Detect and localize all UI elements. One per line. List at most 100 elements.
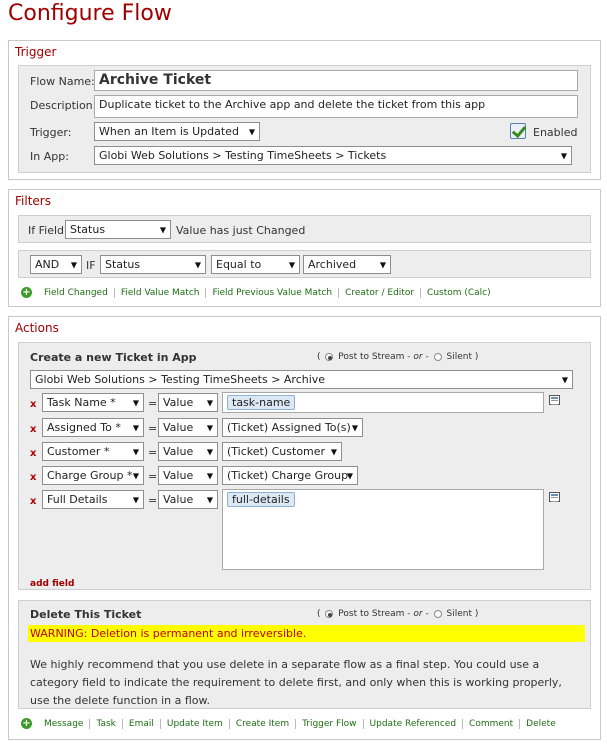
target-select-customer[interactable]: (Ticket) Customer ▼ bbox=[222, 442, 342, 461]
filter-row-1: If Field Status ▼ Value has just Changed bbox=[18, 215, 591, 243]
post-to-stream-radio[interactable] bbox=[325, 352, 334, 361]
trigger-select[interactable]: When an Item is Updated ▼ bbox=[94, 122, 260, 141]
action-link-email[interactable]: Email bbox=[122, 719, 161, 729]
in-app-select-value: Globi Web Solutions > Testing TimeSheets… bbox=[99, 149, 387, 162]
mode-select-customer[interactable]: Value ▼ bbox=[158, 442, 218, 461]
field-list-icon[interactable] bbox=[549, 492, 560, 502]
logic-select-value: AND bbox=[35, 258, 60, 271]
trigger-section: Trigger Flow Name: Archive Ticket Descri… bbox=[8, 40, 601, 180]
silent-radio[interactable] bbox=[433, 352, 442, 361]
logic-select[interactable]: AND ▼ bbox=[30, 255, 82, 274]
chevron-down-icon: ▼ bbox=[194, 260, 201, 269]
action-link-message[interactable]: Message bbox=[38, 719, 91, 729]
chevron-down-icon: ▼ bbox=[132, 471, 139, 480]
filter-field-select[interactable]: Status ▼ bbox=[100, 255, 206, 274]
target-value: (Ticket) Charge Group bbox=[227, 469, 349, 482]
remove-x-icon[interactable]: x bbox=[30, 472, 36, 483]
token-task-name[interactable]: task-name bbox=[227, 395, 296, 410]
equals-sign: = bbox=[148, 397, 158, 410]
post-open-paren: ( bbox=[317, 352, 321, 362]
filter-field-select-value: Status bbox=[105, 258, 141, 271]
token-full-details[interactable]: full-details bbox=[227, 492, 295, 507]
operator-select[interactable]: Equal to ▼ bbox=[211, 255, 300, 274]
mode-select-task-name[interactable]: Value ▼ bbox=[158, 393, 218, 412]
flow-name-input[interactable]: Archive Ticket bbox=[94, 70, 578, 91]
chevron-down-icon: ▼ bbox=[206, 471, 213, 480]
filter-link-field-value-match[interactable]: Field Value Match bbox=[114, 288, 207, 298]
action-link-create-item[interactable]: Create Item bbox=[229, 719, 297, 729]
field-name-select-task-name[interactable]: Task Name * ▼ bbox=[42, 393, 144, 412]
remove-x-icon[interactable]: x bbox=[30, 424, 36, 435]
flow-name-label: Flow Name: bbox=[30, 75, 95, 88]
actions-section-title: Actions bbox=[15, 321, 59, 335]
create-ticket-title: Create a new Ticket in App bbox=[30, 351, 197, 364]
field-name-select-charge-group[interactable]: Charge Group * ▼ bbox=[42, 466, 144, 485]
target-app-select[interactable]: Globi Web Solutions > Testing TimeSheets… bbox=[30, 370, 573, 389]
add-field-link[interactable]: add field bbox=[30, 579, 74, 589]
trigger-panel: Flow Name: Archive Ticket Description: D… bbox=[18, 65, 591, 173]
chevron-down-icon: ▼ bbox=[70, 260, 77, 269]
chevron-down-icon: ▼ bbox=[346, 471, 353, 480]
field-name-select-assigned-to[interactable]: Assigned To * ▼ bbox=[42, 418, 144, 437]
chevron-down-icon: ▼ bbox=[132, 495, 139, 504]
target-value: (Ticket) Assigned To(s) bbox=[227, 421, 351, 434]
or-text: - or - bbox=[407, 352, 429, 362]
action-link-task[interactable]: Task bbox=[90, 719, 123, 729]
plus-circle-icon[interactable]: + bbox=[21, 287, 32, 298]
equals-sign: = bbox=[148, 470, 158, 483]
full-details-textarea[interactable]: full-details bbox=[222, 489, 544, 570]
if-field-select[interactable]: Status ▼ bbox=[65, 220, 171, 239]
action-link-update-referenced[interactable]: Update Referenced bbox=[363, 719, 464, 729]
post-to-stream-radio[interactable] bbox=[325, 609, 334, 618]
chevron-down-icon: ▼ bbox=[351, 423, 358, 432]
action-link-comment[interactable]: Comment bbox=[463, 719, 521, 729]
description-textarea[interactable]: Duplicate ticket to the Archive app and … bbox=[94, 95, 578, 118]
equals-sign: = bbox=[148, 422, 158, 435]
actions-section: Actions Create a new Ticket in App ( Pos… bbox=[8, 316, 601, 740]
field-name-select-full-details[interactable]: Full Details ▼ bbox=[42, 490, 144, 509]
field-name-value: Customer * bbox=[47, 445, 110, 458]
trigger-section-title: Trigger bbox=[15, 45, 57, 59]
action-links: + Message Task Email Update Item Create Item T… bbox=[21, 718, 562, 729]
in-app-label: In App: bbox=[30, 150, 69, 163]
deletion-note: We highly recommend that you use delete … bbox=[30, 658, 562, 707]
filters-section: Filters If Field Status ▼ Value has just… bbox=[8, 189, 601, 307]
chevron-down-icon: ▼ bbox=[159, 225, 166, 234]
enabled-checkbox[interactable] bbox=[510, 123, 526, 139]
operator-select-value: Equal to bbox=[216, 258, 262, 271]
remove-x-icon[interactable]: x bbox=[30, 448, 36, 459]
if-label: IF bbox=[86, 259, 96, 272]
filter-link-field-previous-value-match[interactable]: Field Previous Value Match bbox=[206, 288, 340, 298]
or-text: - or - bbox=[407, 609, 429, 619]
in-app-select[interactable]: Globi Web Solutions > Testing TimeSheets… bbox=[94, 146, 572, 165]
field-name-value: Charge Group * bbox=[47, 469, 133, 482]
target-select-assigned-to[interactable]: (Ticket) Assigned To(s) ▼ bbox=[222, 418, 363, 437]
chevron-down-icon: ▼ bbox=[206, 495, 213, 504]
task-name-input[interactable]: task-name bbox=[222, 392, 544, 413]
field-name-select-customer[interactable]: Customer * ▼ bbox=[42, 442, 144, 461]
delete-ticket-panel: Delete This Ticket ( Post to Stream - or… bbox=[18, 600, 591, 709]
chevron-down-icon: ▼ bbox=[288, 260, 295, 269]
chevron-down-icon: ▼ bbox=[560, 151, 567, 160]
target-select-charge-group[interactable]: (Ticket) Charge Group ▼ bbox=[222, 466, 358, 485]
action-link-delete[interactable]: Delete bbox=[520, 719, 562, 729]
description-label: Description: bbox=[30, 99, 97, 112]
mode-select-full-details[interactable]: Value ▼ bbox=[158, 490, 218, 509]
remove-x-icon[interactable]: x bbox=[30, 496, 36, 507]
mode-value: Value bbox=[163, 445, 194, 458]
filter-link-creator-editor[interactable]: Creator / Editor bbox=[339, 288, 422, 298]
chevron-down-icon: ▼ bbox=[132, 398, 139, 407]
silent-radio[interactable] bbox=[433, 609, 442, 618]
filter-link-field-changed[interactable]: Field Changed bbox=[38, 288, 115, 298]
mode-value: Value bbox=[163, 396, 194, 409]
remove-x-icon[interactable]: x bbox=[30, 399, 36, 410]
action-link-update-item[interactable]: Update Item bbox=[160, 719, 230, 729]
action-link-trigger-flow[interactable]: Trigger Flow bbox=[296, 719, 364, 729]
filter-link-custom-calc[interactable]: Custom (Calc) bbox=[421, 288, 497, 298]
mode-select-assigned-to[interactable]: Value ▼ bbox=[158, 418, 218, 437]
plus-circle-icon[interactable]: + bbox=[21, 718, 32, 729]
filter-value-select[interactable]: Archived ▼ bbox=[303, 255, 391, 274]
enabled-label: Enabled bbox=[533, 126, 578, 139]
mode-select-charge-group[interactable]: Value ▼ bbox=[158, 466, 218, 485]
field-list-icon[interactable] bbox=[549, 395, 560, 405]
